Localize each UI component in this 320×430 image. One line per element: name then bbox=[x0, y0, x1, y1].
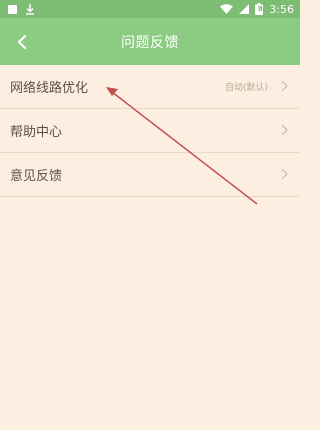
menu-item-label: 帮助中心 bbox=[10, 125, 63, 140]
back-button[interactable] bbox=[8, 28, 36, 56]
menu-item-value: 自动(默认) bbox=[224, 83, 268, 93]
notification-square-icon bbox=[8, 4, 17, 14]
menu-item-help-center[interactable]: 帮助中心 bbox=[0, 109, 300, 153]
menu-item-label: 意见反馈 bbox=[10, 169, 63, 184]
menu-list: 网络线路优化 自动(默认) 帮助中心 意见反馈 bbox=[0, 65, 300, 197]
battery-level: 8 bbox=[257, 5, 263, 13]
chevron-right-icon bbox=[281, 80, 288, 92]
menu-item-feedback[interactable]: 意见反馈 bbox=[0, 153, 300, 197]
chevron-left-icon bbox=[17, 35, 27, 49]
status-time: 3:56 bbox=[269, 2, 294, 16]
menu-item-label: 网络线路优化 bbox=[10, 81, 89, 96]
app-bar: 问题反馈 bbox=[0, 18, 300, 65]
page-title: 问题反馈 bbox=[121, 34, 179, 51]
download-icon bbox=[25, 3, 35, 15]
chevron-right-icon bbox=[281, 124, 288, 136]
chevron-right-icon bbox=[281, 168, 288, 180]
cellular-signal-icon bbox=[239, 4, 250, 14]
status-bar: 8 3:56 bbox=[0, 0, 300, 18]
wifi-icon bbox=[220, 4, 234, 14]
menu-item-network-optimization[interactable]: 网络线路优化 自动(默认) bbox=[0, 65, 300, 109]
